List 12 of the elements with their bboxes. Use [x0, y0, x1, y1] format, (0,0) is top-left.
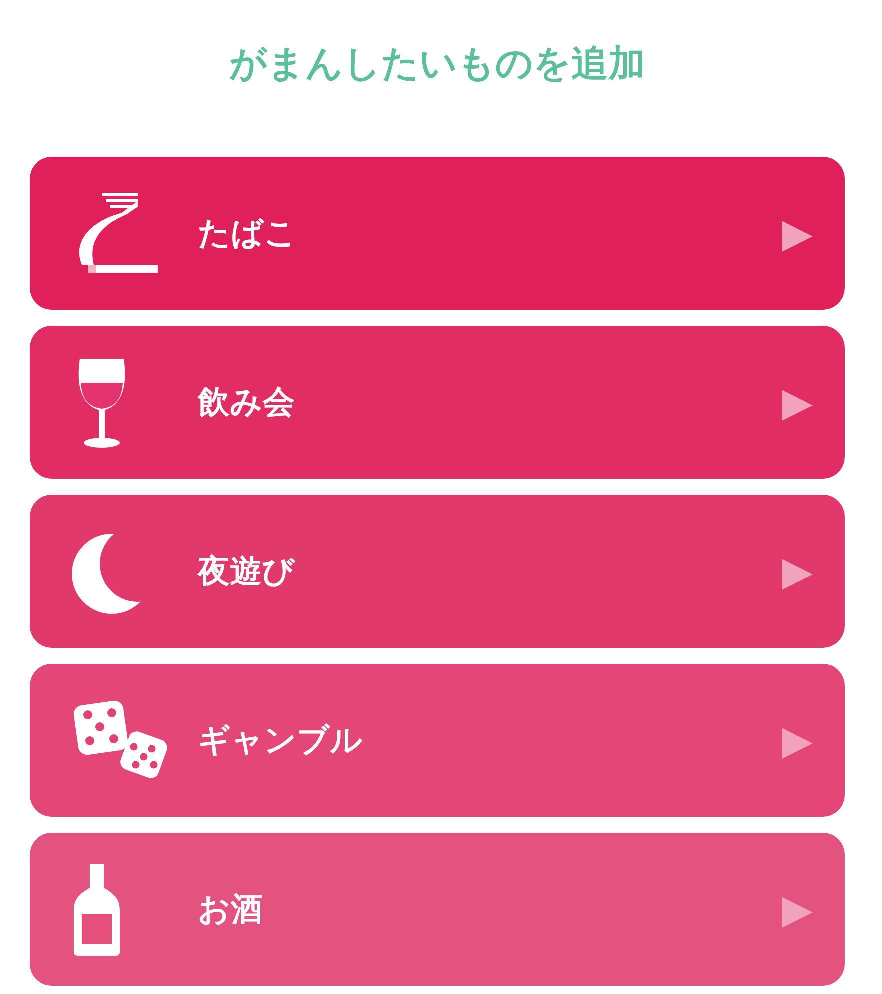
page-title: がまんしたいものを追加	[228, 40, 646, 86]
arrow-icon: ▶	[782, 548, 813, 594]
arrow-icon: ▶	[782, 718, 813, 764]
category-button[interactable]: お酒 ▶	[30, 833, 845, 986]
arrow-icon: ▶	[782, 380, 813, 426]
arrow-icon: ▶	[782, 886, 813, 932]
category-button[interactable]: 夜遊び ▶	[30, 495, 845, 648]
arrow-icon: ▶	[782, 210, 813, 256]
bottle-icon	[72, 862, 122, 958]
category-button[interactable]: たばこ ▶	[30, 157, 845, 310]
category-button[interactable]: ギャンブル ▶	[30, 664, 845, 817]
category-button[interactable]: 飲み会 ▶	[30, 326, 845, 479]
